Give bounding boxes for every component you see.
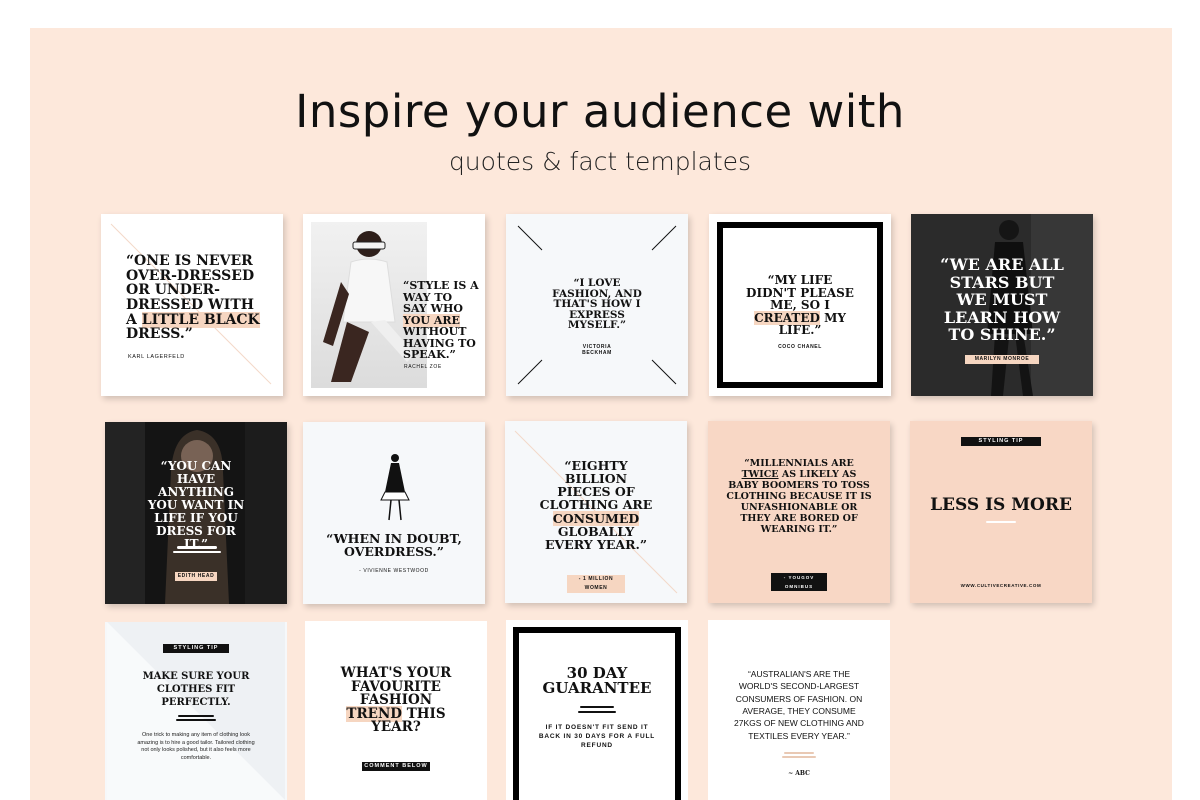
template-card-head[interactable]: “You can have anything you want in life … [105,422,287,604]
tip-body: One trick to making any item of clothing… [137,732,255,762]
brush-stroke-decoration [177,546,217,549]
quote-text: Less is more [930,495,1072,515]
quote-author: - YouGov Omnibus [771,573,827,591]
quote-author: Coco Chanel [778,344,822,350]
quote-text: “You can have anything you want in life … [147,459,245,551]
page-subtitle: quotes & fact templates [448,147,752,176]
guarantee-body: If it doesn't fit send it back in 30 day… [538,724,656,749]
quote-text: “Style is a way to say who you are witho… [403,279,479,362]
tip-title: Make sure your clothes fit perfectly. [142,671,250,708]
quote-text: “Eighty billion pieces of clothing are c… [539,458,653,552]
template-card-styling-tip[interactable]: Styling Tip Make sure your clothes fit p… [105,622,287,800]
template-card-million-women[interactable]: “Eighty billion pieces of clothing are c… [505,421,687,603]
quote-author: Karl Lagerfeld [128,354,185,360]
brush-stroke-decoration [580,706,614,708]
quote-author: Edith Head [175,572,217,581]
black-frame [513,627,681,800]
brush-stroke-decoration [784,752,814,754]
quote-text: “Millennials are twice as likely as baby… [726,458,872,535]
quote-text: “When in doubt, overdress.” [326,531,462,560]
quote-text: “One is never over-dressed or under-dres… [126,253,260,343]
comment-below-button: Comment Below [362,762,430,771]
quote-author: Rachel Zoe [404,364,442,370]
brush-stroke-decoration [986,521,1016,523]
guarantee-title: 30 Day Guarantee [542,664,652,697]
template-card-chanel[interactable]: “My life didn't please me, so I created … [709,214,891,396]
brush-stroke-decoration [782,756,816,758]
quote-text: “We are all stars but we must learn how … [940,255,1064,345]
quote-text: “I love fashion, and that's how I expres… [552,277,642,331]
website-url: www.cultivecreative.com [960,583,1042,588]
quote-author: Victoria Beckham [582,344,612,356]
styling-tip-tag: Styling Tip [961,437,1041,446]
template-card-lagerfeld[interactable]: “One is never over-dressed or under-dres… [101,214,283,396]
template-card-guarantee[interactable]: 30 Day Guarantee If it doesn't fit send … [506,620,688,800]
template-card-beckham[interactable]: “I love fashion, and that's how I expres… [506,214,688,396]
quote-author: Marilyn Monroe [965,355,1039,364]
quote-author: - 1 Million Women [567,575,625,593]
quote-text: “My life didn't please me, so I created … [746,273,854,338]
brush-stroke-decoration [173,551,221,553]
styling-tip-tag: Styling Tip [163,644,229,653]
template-card-monroe[interactable]: “We are all stars but we must learn how … [911,214,1093,396]
template-card-abc[interactable]: “Australian's are the world's second-lar… [708,620,890,800]
fact-text: “Australian's are the world's second-lar… [734,669,864,741]
brush-stroke-decoration [178,715,214,717]
quote-author: - Vivienne Westwood [359,568,429,574]
template-card-favourite-trend[interactable]: What's your favourite fashion trend this… [305,621,487,800]
fact-source: ~ ABC [788,770,810,777]
template-card-zoe[interactable]: “Style is a way to say who you are witho… [303,214,485,396]
fashion-sketch-illustration [380,454,410,521]
brush-stroke-decoration [176,719,216,721]
page-title: Inspire your audience with [295,85,905,138]
question-text: What's your favourite fashion trend this… [340,665,452,735]
brush-stroke-decoration [578,711,616,713]
template-card-less-is-more[interactable]: Styling Tip Less is more www.cultivecrea… [910,421,1092,603]
template-card-yougov[interactable]: “Millennials are twice as likely as baby… [708,421,890,603]
template-card-westwood[interactable]: “When in doubt, overdress.” - Vivienne W… [303,422,485,604]
